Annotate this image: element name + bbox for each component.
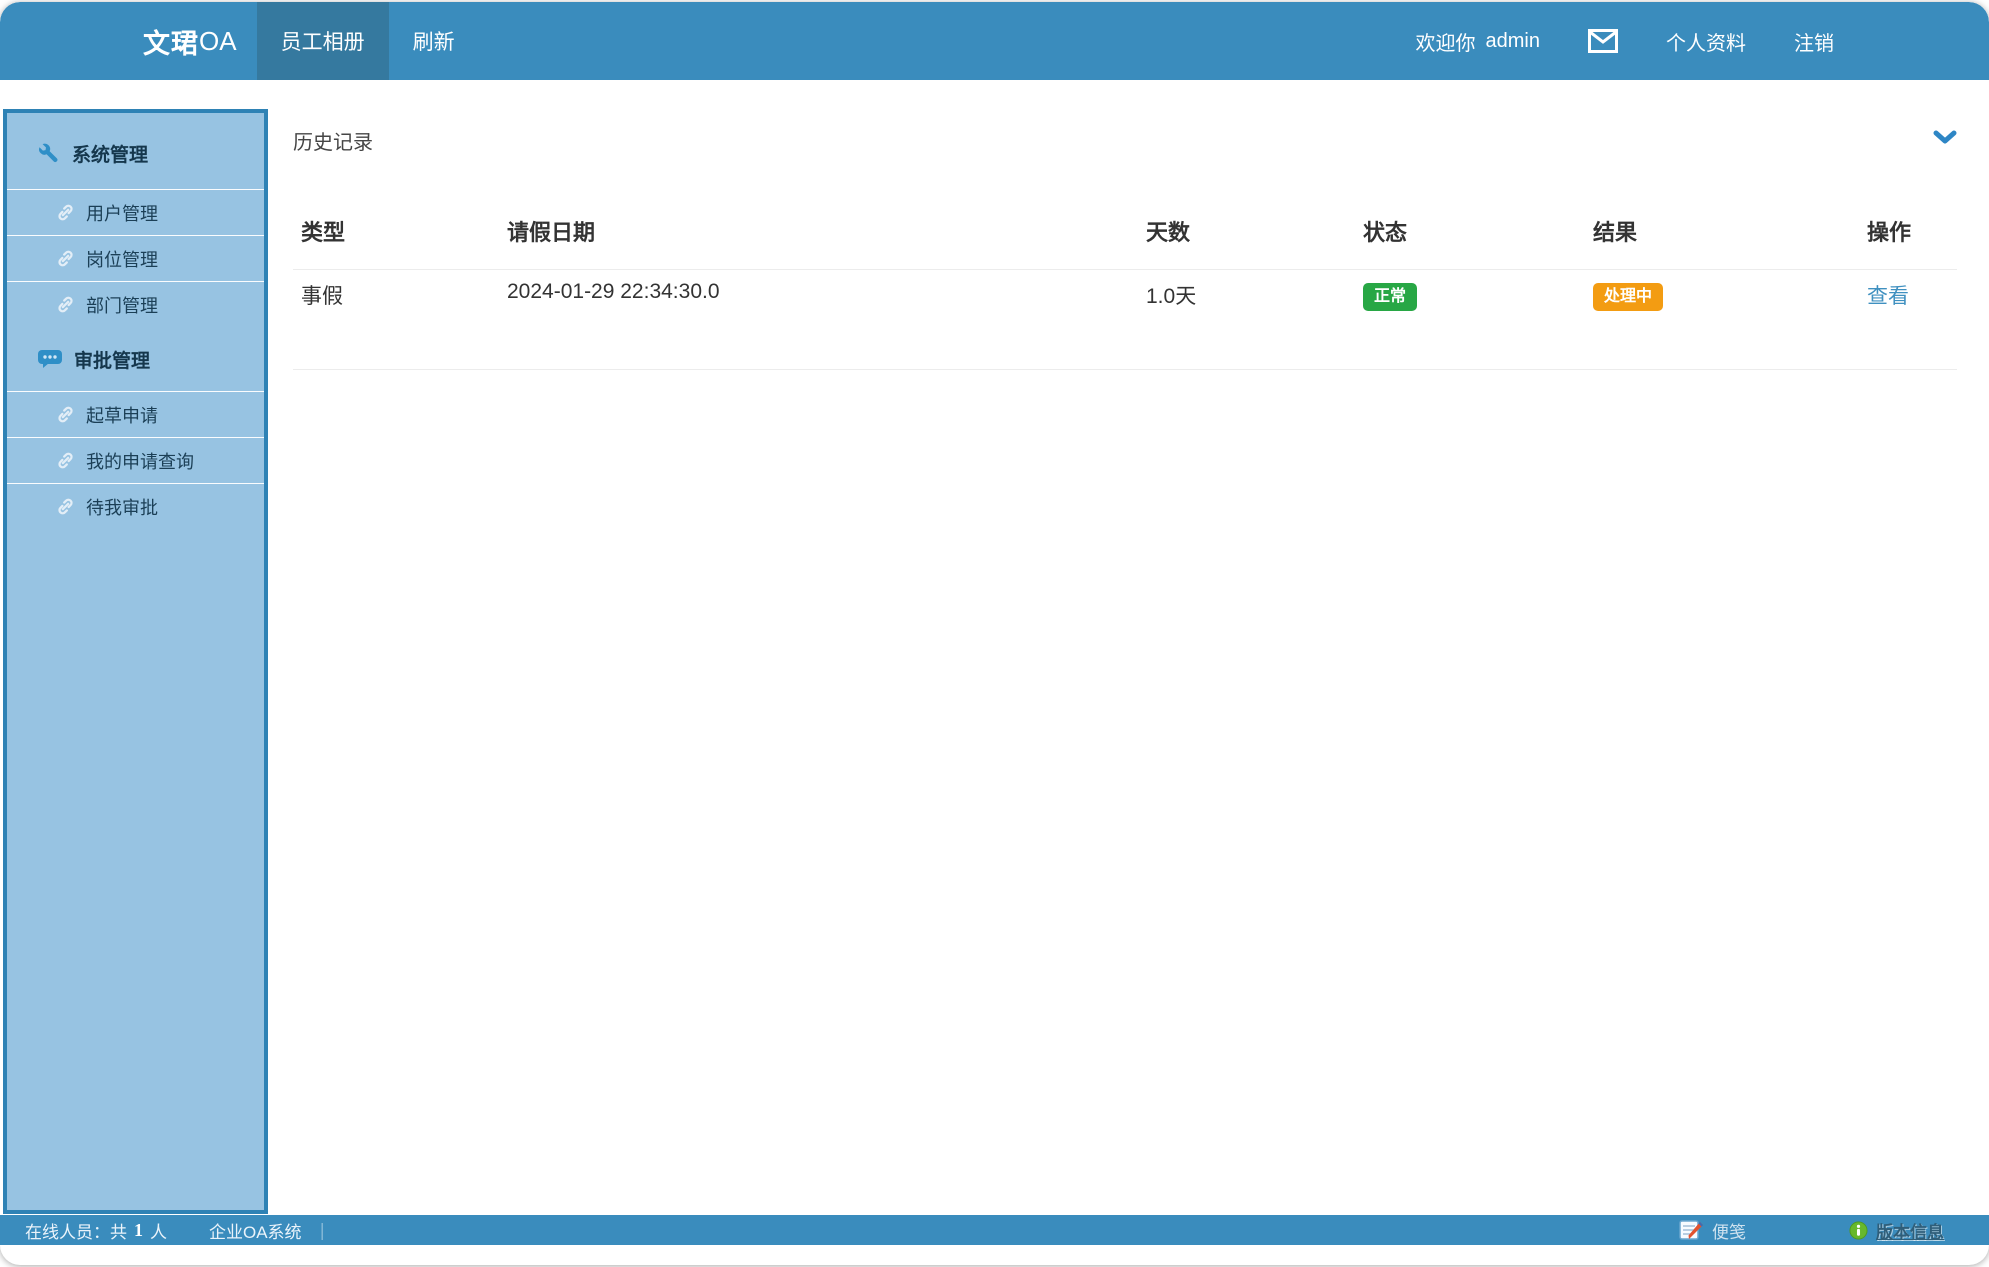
link-icon (55, 294, 76, 315)
app-window: 文珺OA 员工相册 刷新 欢迎你 admin (0, 2, 1989, 1265)
logout-link[interactable]: 注销 (1794, 27, 1834, 56)
tab-employee-album[interactable]: 员工相册 (257, 2, 389, 80)
page-title: 历史记录 (293, 126, 373, 155)
link-icon (55, 404, 76, 425)
username: admin (1486, 30, 1540, 53)
online-users-count: 1 (134, 1220, 143, 1241)
chevron-down-icon (1933, 130, 1957, 146)
app-logo: 文珺OA (143, 2, 237, 80)
status-badge: 正常 (1363, 283, 1417, 311)
wrench-icon (37, 141, 61, 165)
notepad-pencil-icon (1678, 1218, 1704, 1242)
column-header-action: 操作 (1859, 200, 1957, 270)
column-header-type: 类型 (293, 200, 499, 270)
notes-label: 便笺 (1712, 1218, 1746, 1243)
sidebar-section-approval[interactable]: 审批管理 (7, 327, 264, 391)
cell-leave-days: 1.0天 (1138, 270, 1355, 370)
sidebar-item-draft-apply-label: 起草申请 (86, 402, 158, 428)
app-logo-suffix: OA (199, 26, 237, 57)
sidebar: 系统管理 用户管理 岗位管理 (3, 109, 268, 1214)
sidebar-item-pending-approval-label: 待我审批 (86, 494, 158, 520)
navbar-tabs: 员工相册 刷新 (257, 2, 479, 80)
sidebar-item-post-mgmt[interactable]: 岗位管理 (7, 235, 264, 281)
mail-button[interactable] (1588, 29, 1618, 53)
column-header-date: 请假日期 (499, 200, 1138, 270)
statusbar-divider: ｜ (314, 1218, 331, 1243)
sidebar-item-dept-mgmt[interactable]: 部门管理 (7, 281, 264, 327)
link-icon (55, 496, 76, 517)
main-content: 历史记录 类型 请假日期 天数 状态 结果 操作 (268, 80, 1989, 1213)
status-bar: 在线人员：共 1 人 企业OA系统 ｜ 便笺 (0, 1215, 1989, 1245)
link-icon (55, 248, 76, 269)
app-logo-bold: 文珺 (143, 22, 199, 61)
sidebar-item-pending-approval[interactable]: 待我审批 (7, 483, 264, 529)
version-info-link[interactable]: 版本信息 (1849, 1218, 1944, 1243)
version-info-label: 版本信息 (1876, 1218, 1944, 1243)
notes-button[interactable]: 便笺 (1678, 1218, 1746, 1243)
sidebar-item-dept-mgmt-label: 部门管理 (86, 292, 158, 318)
online-users-label: 在线人员：共 (25, 1218, 127, 1243)
tab-employee-album-label: 员工相册 (281, 26, 365, 56)
result-badge: 处理中 (1593, 283, 1663, 311)
tab-refresh-label: 刷新 (413, 26, 455, 56)
history-table: 类型 请假日期 天数 状态 结果 操作 事假 2024-01-29 22:34:… (293, 200, 1957, 370)
sidebar-item-my-applications[interactable]: 我的申请查询 (7, 437, 264, 483)
welcome-text: 欢迎你 admin (1416, 27, 1540, 56)
sidebar-item-user-mgmt[interactable]: 用户管理 (7, 189, 264, 235)
cell-leave-type: 事假 (293, 270, 499, 370)
cell-leave-date: 2024-01-29 22:34:30.0 (499, 270, 1138, 370)
comments-icon (37, 347, 63, 371)
statusbar-right: 便笺 版本信息 (1678, 1218, 1944, 1243)
online-users: 在线人员：共 1 人 (25, 1218, 167, 1243)
tab-refresh[interactable]: 刷新 (389, 2, 479, 80)
link-icon (55, 450, 76, 471)
link-icon (55, 202, 76, 223)
sidebar-item-draft-apply[interactable]: 起草申请 (7, 391, 264, 437)
column-header-result: 结果 (1585, 200, 1859, 270)
welcome-label: 欢迎你 (1416, 27, 1476, 56)
column-header-status: 状态 (1355, 200, 1585, 270)
collapse-button[interactable] (1933, 130, 1957, 146)
info-icon (1849, 1221, 1868, 1240)
sidebar-section-system-label: 系统管理 (72, 140, 148, 167)
sidebar-item-my-applications-label: 我的申请查询 (86, 448, 194, 474)
history-panel-header: 历史记录 (293, 126, 1957, 155)
sidebar-section-approval-label: 审批管理 (74, 346, 150, 373)
sidebar-item-user-mgmt-label: 用户管理 (86, 200, 158, 226)
sidebar-section-system[interactable]: 系统管理 (7, 113, 264, 189)
view-link[interactable]: 查看 (1867, 285, 1909, 308)
system-name: 企业OA系统 (209, 1218, 302, 1243)
top-navbar: 文珺OA 员工相册 刷新 欢迎你 admin (0, 2, 1989, 80)
sidebar-item-post-mgmt-label: 岗位管理 (86, 246, 158, 272)
column-header-days: 天数 (1138, 200, 1355, 270)
profile-link[interactable]: 个人资料 (1666, 27, 1746, 56)
history-table-header: 类型 请假日期 天数 状态 结果 操作 (293, 200, 1957, 270)
navbar-right: 欢迎你 admin 个人资料 注销 (1416, 2, 1834, 80)
envelope-icon (1588, 29, 1618, 53)
table-row: 事假 2024-01-29 22:34:30.0 1.0天 正常 处理中 查看 (293, 270, 1957, 370)
online-users-unit: 人 (150, 1218, 167, 1243)
